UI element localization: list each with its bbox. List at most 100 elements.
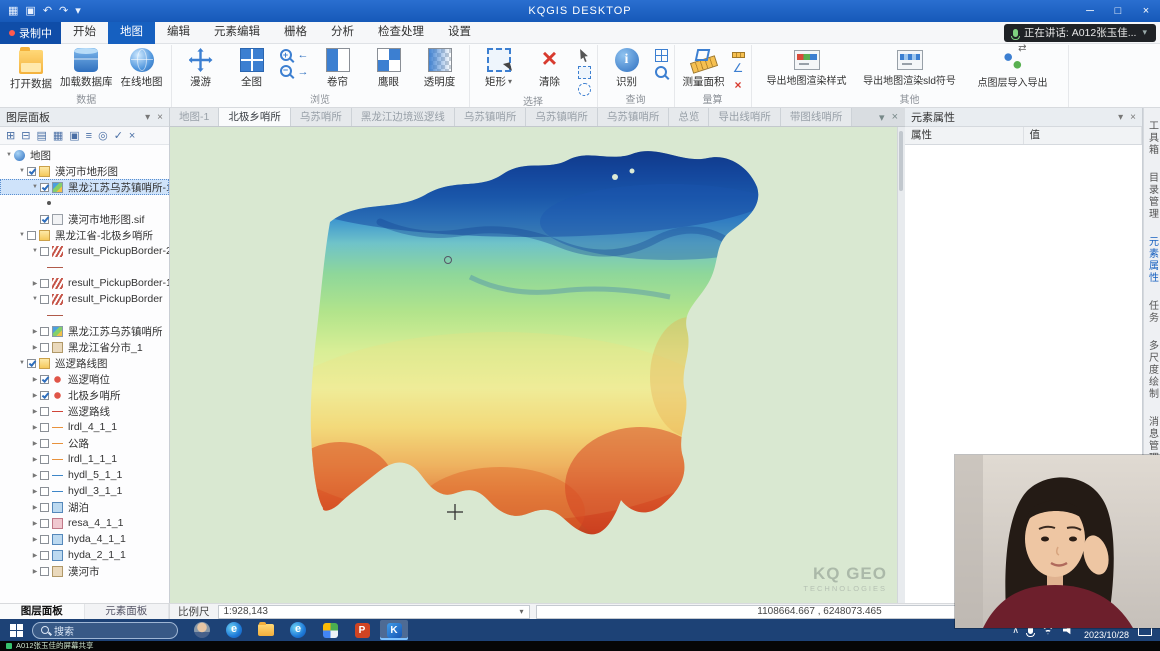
menu-tab-设置[interactable]: 设置 — [436, 22, 483, 44]
dock-tab-元素属性[interactable]: 元素属性 — [1145, 236, 1160, 284]
layer-visibility-checkbox[interactable] — [40, 295, 49, 304]
layer-visibility-checkbox[interactable] — [40, 391, 49, 400]
tree-item[interactable]: ▼地图 — [0, 147, 169, 163]
layer-visibility-checkbox[interactable] — [40, 247, 49, 256]
layer-visibility-checkbox[interactable] — [27, 231, 36, 240]
layer-visibility-checkbox[interactable] — [40, 535, 49, 544]
menu-tab-检查处理[interactable]: 检查处理 — [366, 22, 436, 44]
tree-expander-icon[interactable]: ▼ — [30, 184, 40, 190]
map-tab-带图线哨所[interactable]: 带图线哨所 — [781, 108, 853, 126]
taskbar-app-user-avatar[interactable] — [188, 620, 216, 640]
taskbar-app-file-explorer[interactable] — [252, 620, 280, 640]
layer-visibility-checkbox[interactable] — [40, 343, 49, 352]
ribbon-button-全图[interactable]: 全图 — [228, 46, 276, 89]
tree-item[interactable]: ▼result_PickupBorder — [0, 291, 169, 307]
close-button[interactable]: × — [1132, 0, 1160, 22]
layer-visibility-checkbox[interactable] — [40, 215, 49, 224]
ribbon-button-打开数据[interactable]: 打开数据 — [7, 46, 55, 91]
ribbon-button-鹰眼[interactable]: 鹰眼 — [365, 46, 413, 89]
ribbon-button-点图层导入导出[interactable]: 点图层导入导出 — [963, 46, 1063, 89]
legend-icon[interactable]: ◎ — [98, 129, 108, 142]
ribbon-button-卷帘[interactable]: 卷帘 — [314, 46, 362, 89]
map-tab-黑龙江边境巡逻线[interactable]: 黑龙江边境巡逻线 — [352, 108, 455, 126]
tree-item[interactable]: ▼巡逻路线图 — [0, 355, 169, 371]
ribbon-button-漫游[interactable]: 漫游 — [177, 46, 225, 89]
chevron-down-icon[interactable]: ▾ — [1142, 27, 1147, 38]
tree-expander-icon[interactable]: ▶ — [30, 344, 40, 351]
map-tab-乌苏镇哨所[interactable]: 乌苏镇哨所 — [598, 108, 670, 126]
tree-expander-icon[interactable]: ▶ — [30, 520, 40, 527]
tree-expander-icon[interactable]: ▶ — [30, 280, 40, 287]
measure-angle-icon[interactable] — [732, 62, 745, 75]
zoom-in-icon[interactable] — [280, 49, 292, 61]
tab-close-icon[interactable]: × — [892, 111, 898, 124]
tree-item[interactable]: ▶hydl_5_1_1 — [0, 467, 169, 483]
tree-item[interactable]: ▶lrdl_1_1_1 — [0, 451, 169, 467]
tree-expander-icon[interactable]: ▼ — [17, 168, 27, 174]
menu-tab-元素编辑[interactable]: 元素编辑 — [202, 22, 272, 44]
tree-expander-icon[interactable]: ▼ — [30, 248, 40, 254]
tree-expander-icon[interactable]: ▶ — [30, 440, 40, 447]
redo-icon[interactable]: ↷ — [59, 0, 68, 22]
tree-expander-icon[interactable]: ▶ — [30, 392, 40, 399]
menu-tab-栅格[interactable]: 栅格 — [272, 22, 319, 44]
map-tab-北极乡哨所[interactable]: 北极乡哨所 — [219, 108, 291, 126]
layer-visibility-checkbox[interactable] — [40, 375, 49, 384]
start-button[interactable] — [0, 619, 32, 641]
tree-expander-icon[interactable]: ▶ — [30, 424, 40, 431]
layer-grid-icon[interactable]: ▦ — [53, 129, 63, 142]
layer-visibility-checkbox[interactable] — [40, 439, 49, 448]
circle-select-icon[interactable] — [578, 83, 591, 96]
layer-visibility-checkbox[interactable] — [40, 407, 49, 416]
spatial-query-icon[interactable] — [655, 66, 667, 78]
layer-list-icon[interactable]: ▤ — [36, 129, 46, 142]
app-menu-icon[interactable]: ▦ — [8, 0, 18, 22]
map-vertical-scrollbar[interactable] — [897, 127, 905, 603]
expand-tree-icon[interactable]: ≡ — [86, 130, 92, 142]
tree-item[interactable]: ▶黑龙江省分市_1 — [0, 339, 169, 355]
ribbon-button-导出地图渲染样式[interactable]: 导出地图渲染样式 — [757, 46, 857, 87]
map-tab-总览[interactable]: 总览 — [669, 108, 709, 126]
layer-visibility-checkbox[interactable] — [40, 455, 49, 464]
tree-item[interactable]: ▶hyda_4_1_1 — [0, 531, 169, 547]
bottom-tab-图层面板[interactable]: 图层面板 — [0, 604, 85, 619]
layer-visibility-checkbox[interactable] — [40, 551, 49, 560]
measure-clear-icon[interactable] — [732, 79, 745, 92]
map-canvas[interactable]: KQ GEO TECHNOLOGIES — [170, 127, 905, 603]
tree-item[interactable]: ▼黑龙江苏乌苏镇哨所-1 (*) — [0, 179, 169, 195]
layer-visibility-checkbox[interactable] — [40, 423, 49, 432]
tree-item[interactable]: ▶北极乡哨所 — [0, 387, 169, 403]
tree-item[interactable]: ▼result_PickupBorder-2 — [0, 243, 169, 259]
save-icon[interactable]: ▣ — [25, 0, 35, 22]
tree-item[interactable]: ▶巡逻路线 — [0, 403, 169, 419]
layer-visibility-checkbox[interactable] — [40, 327, 49, 336]
tree-item[interactable]: ▶湖泊 — [0, 499, 169, 515]
layer-visibility-checkbox[interactable] — [40, 471, 49, 480]
menu-tab-开始[interactable]: 开始 — [61, 22, 108, 44]
polygon-select-icon[interactable] — [578, 66, 591, 79]
customize-toolbar-icon[interactable]: ▾ — [75, 0, 81, 22]
layer-visibility-checkbox[interactable] — [40, 567, 49, 576]
maximize-button[interactable]: □ — [1104, 0, 1132, 22]
zoom-out-icon[interactable] — [280, 65, 292, 77]
taskbar-app-maps[interactable] — [316, 620, 344, 640]
tree-expander-icon[interactable]: ▶ — [30, 456, 40, 463]
taskbar-search[interactable]: 搜索 — [32, 622, 178, 639]
menu-tab-地图[interactable]: 地图 — [108, 22, 155, 44]
map-tab-乌苏镇哨所[interactable]: 乌苏镇哨所 — [455, 108, 527, 126]
map-tab-乌苏哨所[interactable]: 乌苏哨所 — [291, 108, 352, 126]
panel-menu-icon[interactable]: ▾ — [145, 112, 150, 123]
tree-item[interactable]: ▶黑龙江苏乌苏镇哨所 — [0, 323, 169, 339]
tree-expander-icon[interactable]: ▼ — [17, 360, 27, 366]
remove-layer-icon[interactable]: ⊟ — [21, 129, 30, 142]
layer-visibility-checkbox[interactable] — [40, 279, 49, 288]
tree-expander-icon[interactable]: ▶ — [30, 568, 40, 575]
tree-item[interactable]: ▶公路 — [0, 435, 169, 451]
tree-expander-icon[interactable]: ▶ — [30, 328, 40, 335]
clear-all-icon[interactable]: × — [129, 130, 135, 142]
tree-item[interactable]: 漠河市地形图.sif — [0, 211, 169, 227]
scale-dropdown[interactable]: 1:928,143 ▾ — [218, 605, 530, 619]
tree-item[interactable]: ▶巡逻哨位 — [0, 371, 169, 387]
tree-expander-icon[interactable]: ▶ — [30, 552, 40, 559]
tree-expander-icon[interactable]: ▶ — [30, 376, 40, 383]
